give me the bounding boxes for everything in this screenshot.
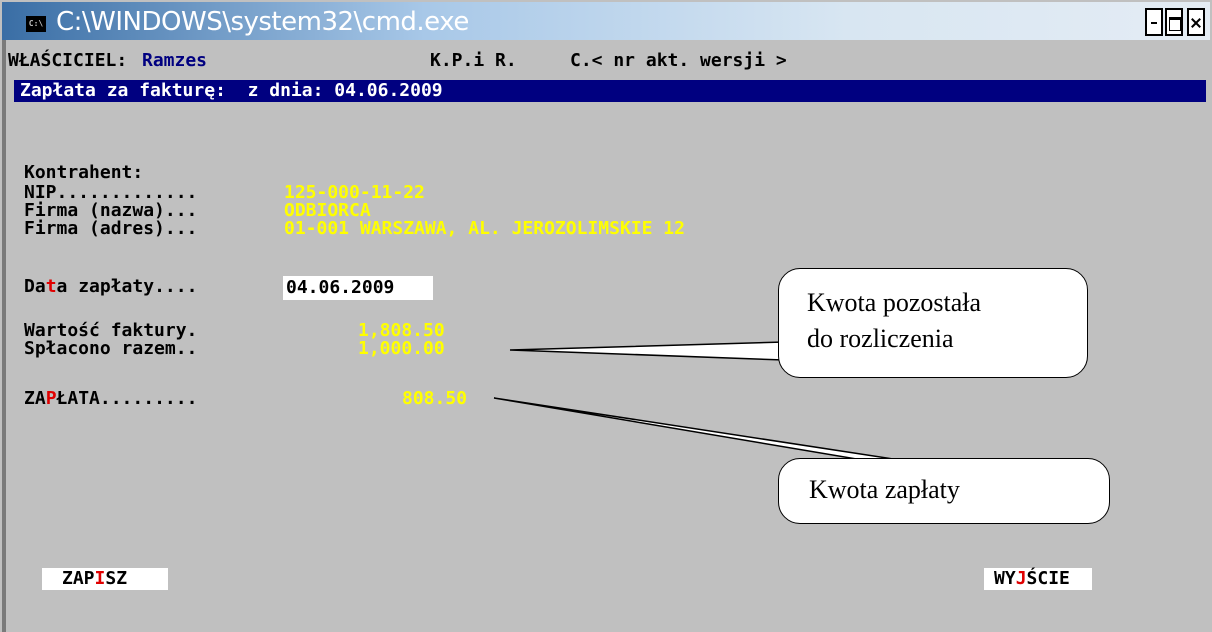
remaining-callout-line1: Kwota pozostała — [807, 288, 982, 317]
exit-hotkey: J — [1015, 568, 1027, 589]
owner-label: WŁAŚCICIEL: — [8, 50, 128, 71]
console-icon: C:\ — [26, 16, 46, 32]
paid-total-label: Spłacono razem.. — [24, 338, 198, 359]
invoice-payment-banner: Zapłata za fakturę: z dnia: 04.06.2009 — [14, 80, 1206, 102]
remaining-amount-callout: Kwota pozostała do rozliczenia — [778, 268, 1088, 378]
contractor-heading: Kontrahent: — [24, 162, 144, 183]
payment-date-input[interactable]: 04.06.2009 — [283, 276, 433, 300]
owner-value: Ramzes — [142, 50, 208, 71]
title-bar[interactable]: C:\ C:\WINDOWS\system32\cmd.exe — [2, 2, 1210, 40]
save-hotkey: I — [94, 568, 106, 589]
payment-callout-text: Kwota zapłaty — [809, 475, 960, 504]
payment-amount-value[interactable]: 808.50 — [402, 390, 467, 408]
payment-date-hotkey: t — [45, 276, 57, 297]
program-name: K.P.i R. — [430, 50, 517, 71]
minimize-button[interactable] — [1145, 8, 1163, 36]
company-address-value: 01-001 WARSZAWA, AL. JEROZOLIMSKIE 12 — [284, 218, 685, 239]
payment-amount-label: ZAPŁATA......... — [24, 388, 198, 409]
paid-total-value: 1,000.00 — [358, 338, 445, 359]
payment-date-label: Data zapłaty.... — [24, 276, 198, 297]
maximize-button[interactable] — [1165, 8, 1183, 36]
save-button[interactable]: ZAPISZ — [42, 568, 168, 590]
close-button[interactable] — [1187, 8, 1205, 36]
window-title: C:\WINDOWS\system32\cmd.exe — [56, 7, 469, 37]
exit-button[interactable]: WYJŚCIE — [984, 568, 1092, 590]
payment-date-value: 04.06.2009 — [286, 277, 395, 298]
banner-text: Zapłata za fakturę: z dnia: 04.06.2009 — [20, 80, 443, 101]
company-address-label: Firma (adres)... — [24, 218, 198, 239]
payment-amount-hotkey: P — [45, 388, 57, 409]
remaining-callout-line2: do rozliczenia — [807, 324, 954, 353]
payment-amount-callout: Kwota zapłaty — [778, 458, 1110, 524]
cmd-window: C:\ C:\WINDOWS\system32\cmd.exe WŁAŚCICI… — [0, 0, 1212, 632]
version-info: C.< nr akt. wersji > — [570, 50, 787, 71]
